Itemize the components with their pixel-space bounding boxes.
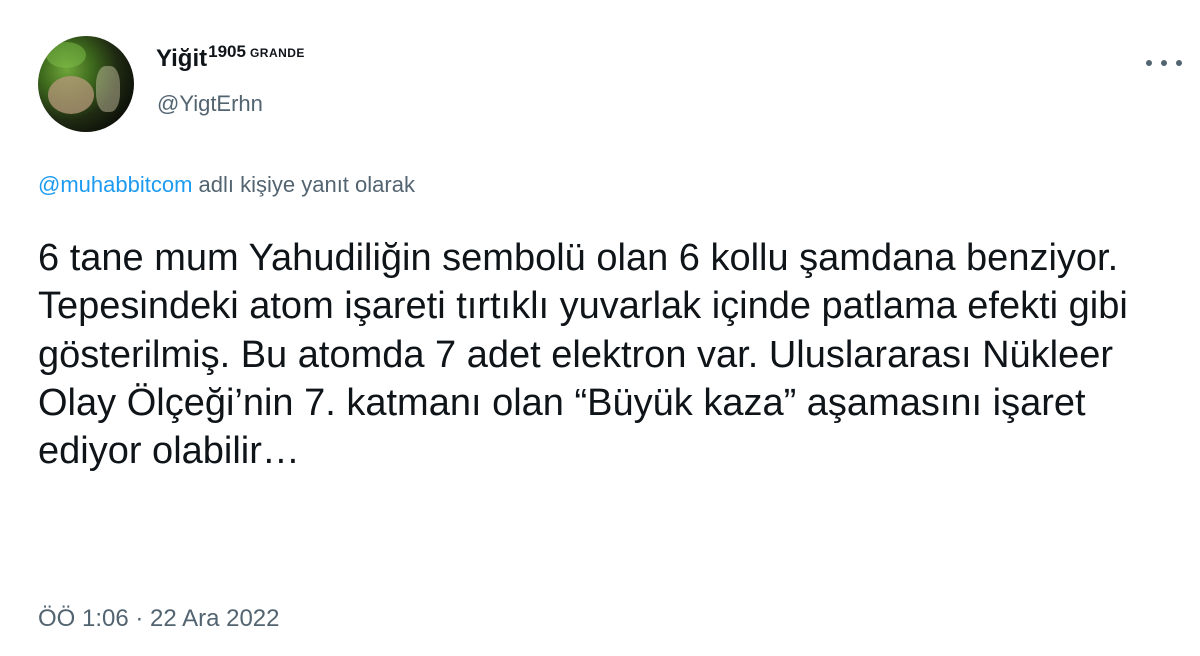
more-horizontal-icon	[1176, 60, 1182, 66]
more-horizontal-icon	[1161, 60, 1167, 66]
tweet-card: Yiğit1905 GRANDE @YigtErhn @muhabbitcom a…	[0, 0, 1200, 656]
author-name-superscript: 1905	[208, 42, 246, 61]
more-horizontal-icon	[1146, 60, 1152, 66]
tweet-timestamp: ÖÖ 1:06 · 22 Ara 2022	[38, 605, 280, 633]
reply-context: @muhabbitcom adlı kişiye yanıt olarak	[38, 172, 415, 198]
author-handle[interactable]: @YigtErhn	[157, 91, 263, 117]
author-name-text: Yiğit	[156, 45, 208, 72]
author-display-name[interactable]: Yiğit1905 GRANDE	[156, 42, 305, 73]
tweet-text: 6 tane mum Yahudiliğin sembolü olan 6 ko…	[38, 237, 1128, 473]
avatar[interactable]	[38, 36, 134, 132]
tweet-date-link[interactable]: 22 Ara 2022	[150, 605, 279, 632]
reply-mention-link[interactable]: @muhabbitcom	[38, 172, 192, 197]
reply-context-text: adlı kişiye yanıt olarak	[192, 172, 415, 197]
author-name-tag: GRANDE	[249, 46, 305, 60]
more-options-button[interactable]	[1146, 58, 1182, 68]
timestamp-separator: ·	[128, 605, 151, 632]
tweet-time-link[interactable]: ÖÖ 1:06	[38, 605, 129, 632]
